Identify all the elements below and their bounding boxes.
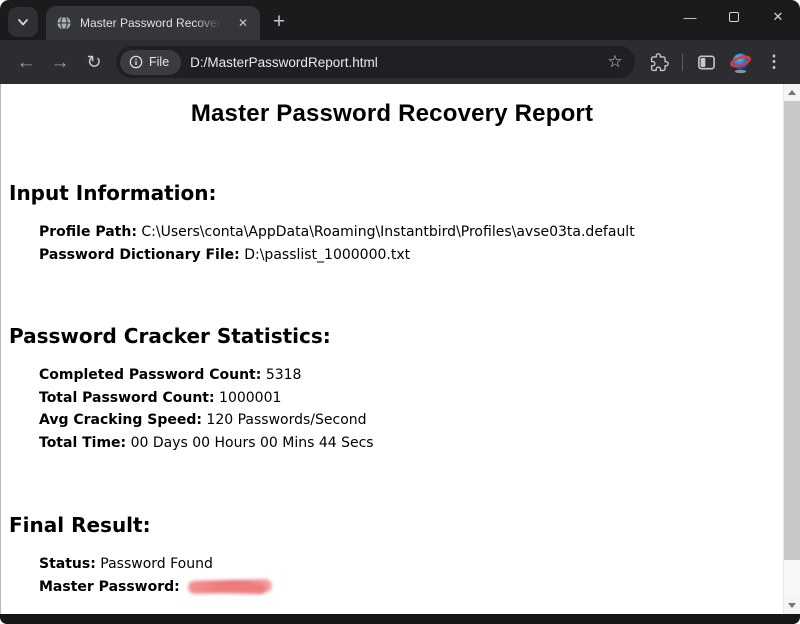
vertical-scrollbar[interactable] (783, 84, 800, 614)
report-row-avg-speed: Avg Cracking Speed: 120 Passwords/Second (39, 409, 775, 432)
section-rows: Completed Password Count: 5318 Total Pas… (9, 364, 775, 454)
section-heading-final-result: Final Result: (9, 513, 775, 537)
section-input-information: Input Information: Profile Path: C:\User… (9, 181, 775, 266)
row-value: 00 Days 00 Hours 00 Mins 44 Secs (131, 435, 374, 451)
section-heading-input: Input Information: (9, 181, 775, 205)
side-panel-button[interactable] (690, 46, 722, 78)
report-row-total-count: Total Password Count: 1000001 (39, 387, 775, 410)
tab-title: Master Password Recovery Report (80, 16, 226, 30)
row-label: Total Password Count: (39, 390, 215, 406)
extensions-button[interactable] (643, 46, 675, 78)
row-value: 5318 (266, 367, 302, 383)
url-text: D:/MasterPasswordReport.html (190, 55, 592, 70)
row-label: Avg Cracking Speed: (39, 412, 202, 428)
scrollbar-thumb[interactable] (784, 101, 800, 560)
row-label: Completed Password Count: (39, 367, 261, 383)
redacted-password-blob (188, 579, 272, 594)
maximize-button[interactable] (712, 0, 756, 34)
scroll-up-button[interactable] (784, 84, 800, 101)
section-cracker-statistics: Password Cracker Statistics: Completed P… (9, 324, 775, 454)
site-info-chip-label: File (149, 55, 169, 69)
page-viewport: Master Password Recovery Report Input In… (0, 84, 800, 614)
tab-bar: Master Password Recovery Report ✕ + — ✕ (0, 0, 800, 40)
site-info-chip[interactable]: File (120, 50, 181, 75)
scroll-down-button[interactable] (784, 597, 800, 614)
browser-window: Master Password Recovery Report ✕ + — ✕ … (0, 0, 800, 624)
maximize-icon (729, 12, 739, 22)
tab-search-button[interactable] (8, 7, 38, 37)
bookmark-star-icon[interactable]: ☆ (601, 48, 629, 76)
section-final-result: Final Result: Status: Password Found Mas… (9, 513, 775, 598)
report-row-completed-count: Completed Password Count: 5318 (39, 364, 775, 387)
minimize-button[interactable]: — (668, 0, 712, 34)
browser-toolbar: ← → ↻ File D:/MasterPasswordReport.html … (0, 40, 800, 84)
section-rows: Status: Password Found Master Password: (9, 553, 775, 598)
section-rows: Profile Path: C:\Users\conta\AppData\Roa… (9, 221, 775, 266)
window-controls: — ✕ (668, 0, 800, 34)
row-label: Total Time: (39, 435, 126, 451)
window-bottom-frame (0, 614, 800, 624)
report-row-master-password: Master Password: (39, 576, 775, 599)
toolbar-divider (682, 53, 683, 71)
tab-close-icon[interactable]: ✕ (234, 14, 252, 32)
back-button[interactable]: ← (10, 46, 42, 78)
chevron-down-icon (16, 15, 30, 29)
report-row-status: Status: Password Found (39, 553, 775, 576)
row-value: C:\Users\conta\AppData\Roaming\Instantbi… (141, 224, 634, 240)
new-tab-button[interactable]: + (264, 7, 294, 37)
address-bar[interactable]: File D:/MasterPasswordReport.html ☆ (116, 46, 635, 78)
avatar-globe-icon (728, 50, 753, 75)
close-window-button[interactable]: ✕ (756, 0, 800, 34)
puzzle-icon (650, 53, 669, 72)
profile-avatar[interactable] (724, 46, 756, 78)
browser-menu-button[interactable]: ⋮ (758, 46, 790, 78)
report-row-dictionary-file: Password Dictionary File: D:\passlist_10… (39, 244, 775, 267)
reload-button[interactable]: ↻ (78, 46, 110, 78)
section-heading-statistics: Password Cracker Statistics: (9, 324, 775, 348)
info-icon (129, 55, 143, 69)
report-row-total-time: Total Time: 00 Days 00 Hours 00 Mins 44 … (39, 432, 775, 455)
row-value: Password Found (100, 556, 213, 572)
scroll-down-icon (788, 603, 796, 608)
globe-favicon-icon (56, 15, 72, 31)
row-label: Password Dictionary File: (39, 247, 240, 263)
row-label: Profile Path: (39, 224, 137, 240)
scroll-up-icon (788, 90, 796, 95)
page-title: Master Password Recovery Report (9, 100, 775, 128)
row-value: 1000001 (219, 390, 281, 406)
tab-master-password-report[interactable]: Master Password Recovery Report ✕ (46, 6, 260, 40)
row-label: Status: (39, 556, 96, 572)
report-document: Master Password Recovery Report Input In… (1, 84, 783, 614)
report-row-profile-path: Profile Path: C:\Users\conta\AppData\Roa… (39, 221, 775, 244)
row-value: 120 Passwords/Second (206, 412, 366, 428)
side-panel-icon (697, 53, 716, 72)
row-label: Master Password: (39, 579, 180, 595)
forward-button[interactable]: → (44, 46, 76, 78)
row-value: D:\passlist_1000000.txt (244, 247, 410, 263)
